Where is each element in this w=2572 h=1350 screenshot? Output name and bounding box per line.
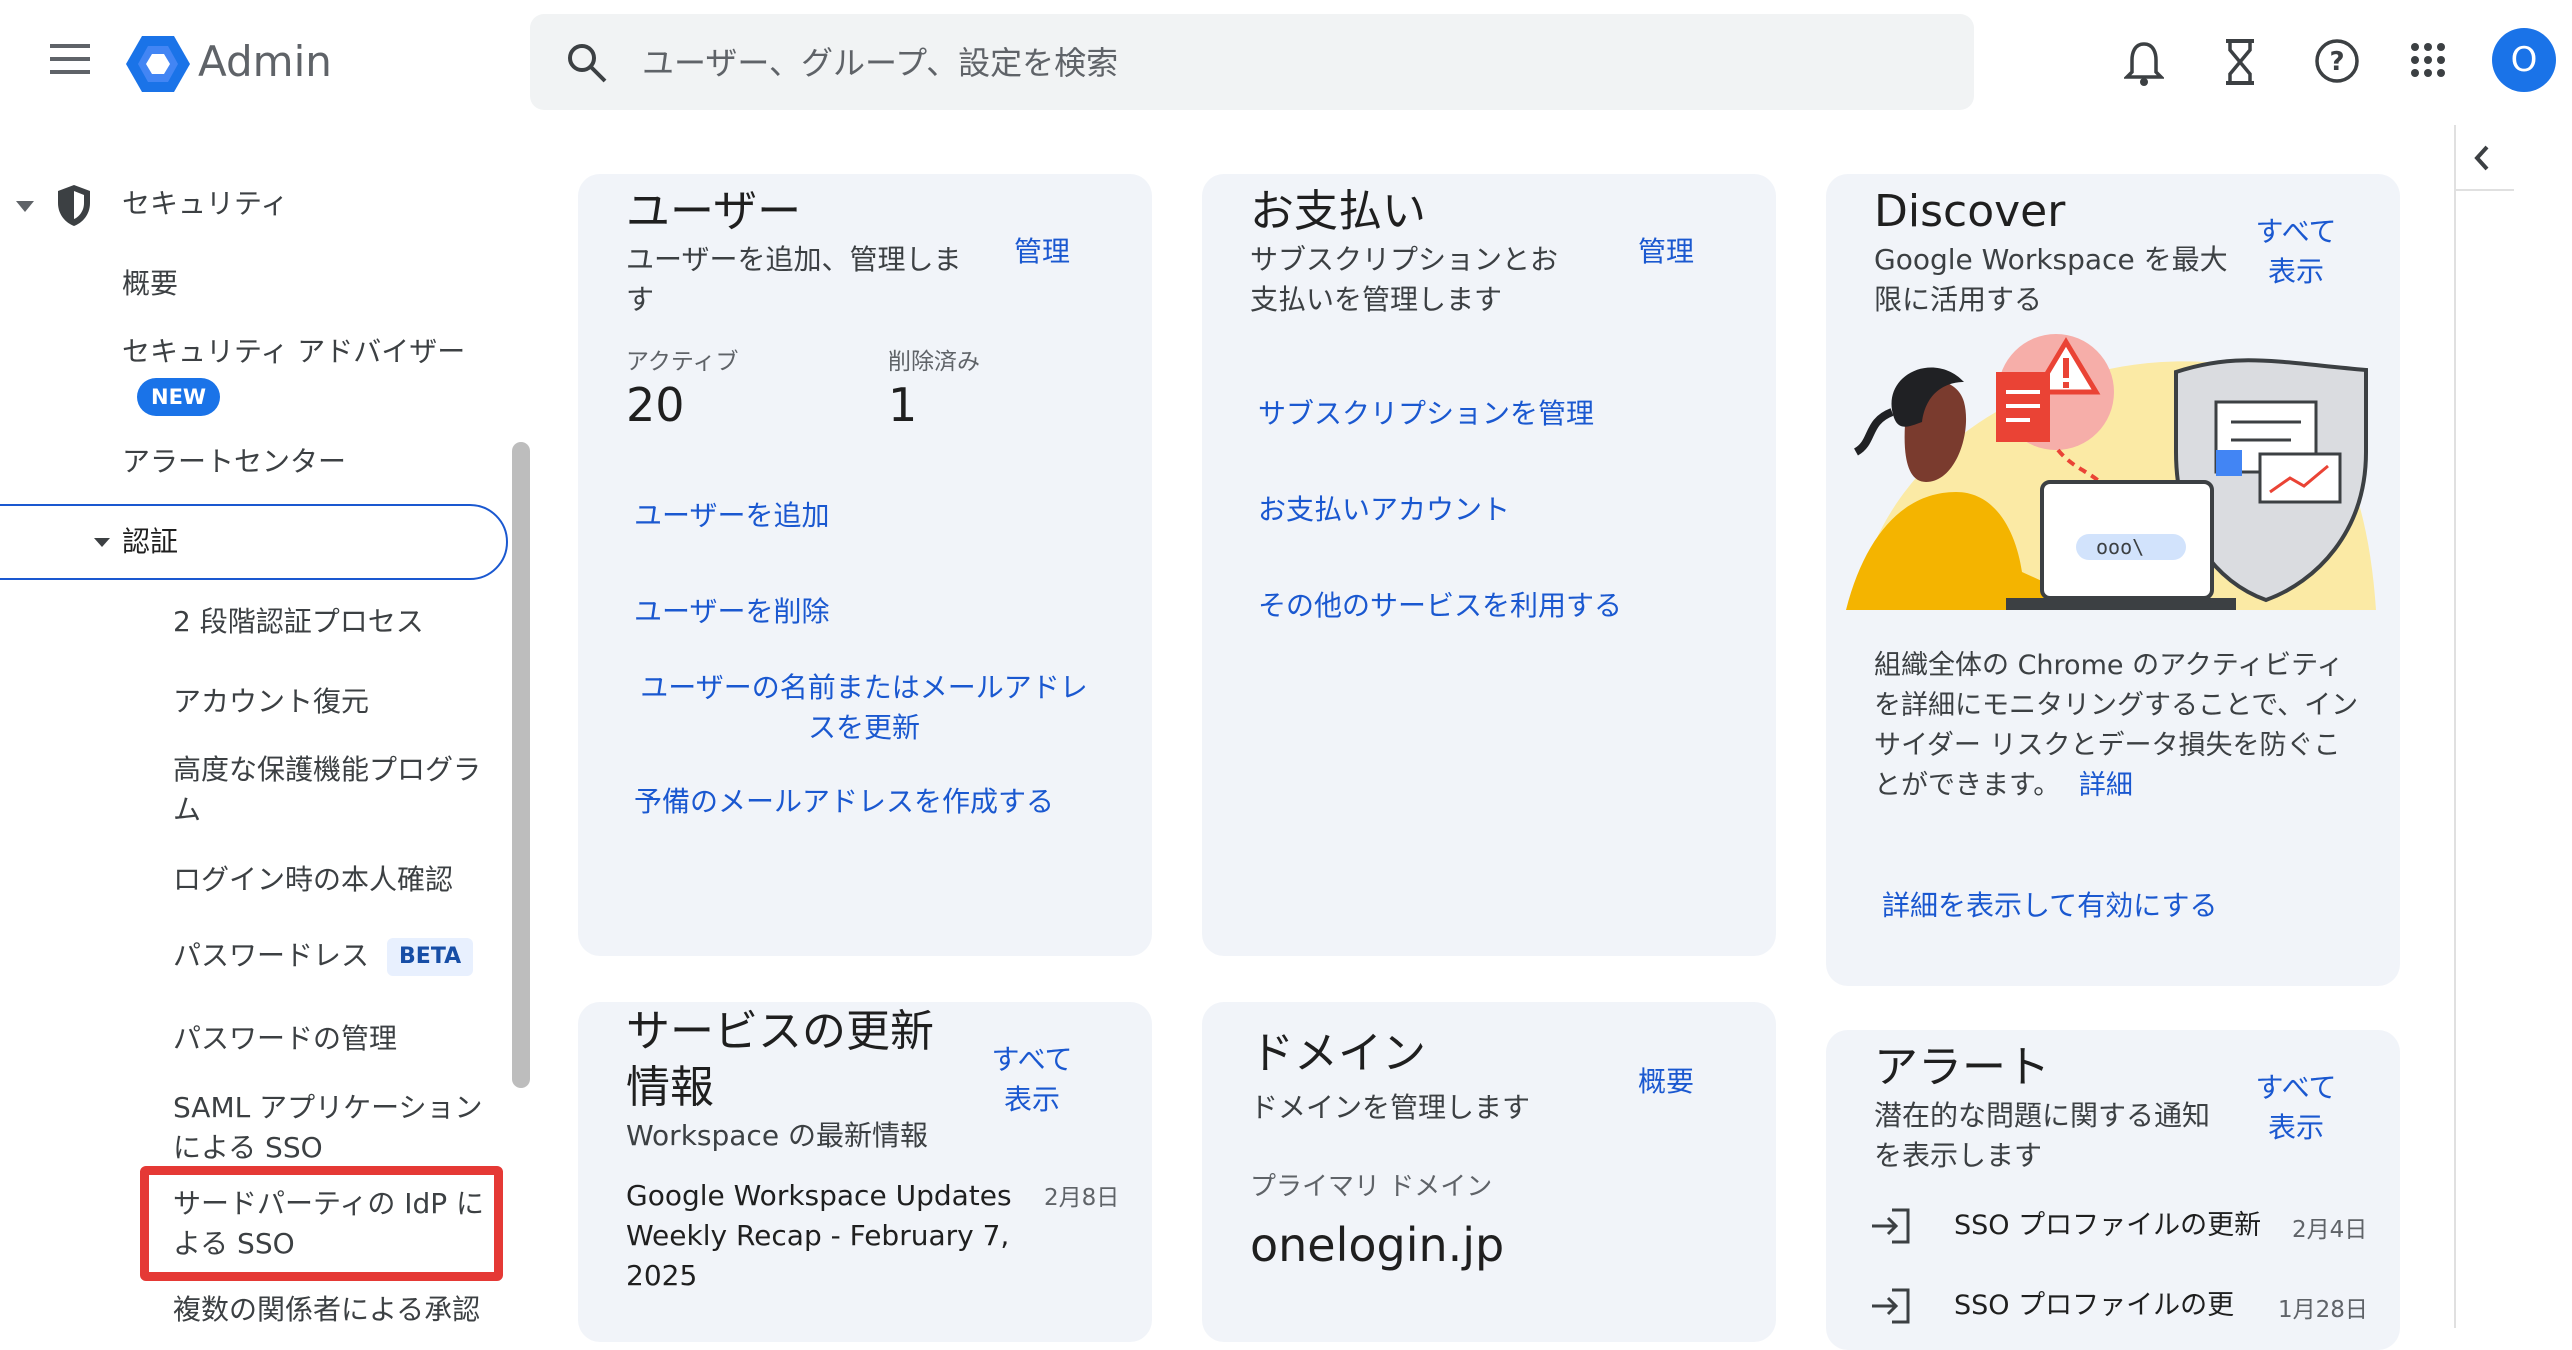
search-icon[interactable] [566,42,608,84]
sidebar-item-authentication-label: 認証 [122,525,179,558]
sidebar-scrollbar[interactable] [512,442,530,1088]
help-icon[interactable]: ? [2314,38,2360,84]
deleted-users-label: 削除済み [888,349,980,375]
card-subtitle: Workspace の最新情報 [626,1119,928,1152]
sidebar-item-password-management[interactable]: パスワードの管理 [173,1019,493,1059]
side-panel-toggle[interactable] [2454,125,2514,191]
add-user-link[interactable]: ユーザーを追加 [634,496,829,536]
top-app-bar: Admin ? O [0,0,2572,125]
discover-enable-link[interactable]: 詳細を表示して有効にする [1882,886,2217,926]
svg-text:ooo\: ooo\ [2096,535,2144,559]
sidebar-item-alert-center[interactable]: アラートセンター [122,442,346,482]
alert-item-title[interactable]: SSO プロファイルの更 [1954,1286,2234,1326]
sidebar-item-account-recovery[interactable]: アカウント復元 [173,682,493,722]
updates-card: サービスの更新情報 Workspace の最新情報 すべて表示 Google W… [578,1002,1152,1342]
sidebar-item-overview[interactable]: 概要 [122,264,178,304]
billing-manage-link[interactable]: 管理 [1638,232,1694,272]
sidebar-item-login-challenge[interactable]: ログイン時の本人確認 [173,860,493,900]
card-title: お支払い [1250,186,1426,237]
domain-card: ドメイン ドメインを管理します 概要 プライマリ ドメイン onelogin.j… [1202,1002,1776,1342]
security-shield-icon [58,185,90,226]
discover-view-all-link[interactable]: すべて表示 [2246,212,2346,292]
card-subtitle: ドメインを管理します [1250,1091,1531,1124]
delete-user-link[interactable]: ユーザーを削除 [634,592,829,632]
sidebar-item-security-advisor[interactable]: セキュリティ アドバイザー [122,332,465,372]
discover-body: 組織全体の Chrome のアクティビティを詳細にモニタリングすることで、インサ… [1874,646,2364,806]
card-title: サービスの更新情報 [626,1006,934,1113]
sidebar-item-2sv[interactable]: 2 段階認証プロセス [173,602,493,642]
deleted-users-count: 1 [888,378,918,432]
billing-card: お支払い サブスクリプションとお支払いを管理します 管理 サブスクリプションを管… [1202,174,1776,956]
create-alt-email-link[interactable]: 予備のメールアドレスを作成する [634,782,1054,822]
manage-subscriptions-link[interactable]: サブスクリプションを管理 [1258,394,1594,434]
sidebar-item-label: パスワードレス [173,939,370,972]
update-item-date: 2月8日 [1044,1185,1120,1211]
login-arrow-icon [1872,1208,1910,1244]
admin-logo-icon [126,36,190,92]
active-users-label: アクティブ [626,349,739,375]
sidebar-item-security[interactable]: セキュリティ [122,184,288,224]
card-title: Discover [1874,186,2066,237]
sidebar-item-saml-sso[interactable]: SAML アプリケーションによる SSO [173,1088,503,1168]
card-subtitle: 潜在的な問題に関する通知を表示します [1874,1099,2211,1172]
alerts-view-all-link[interactable]: すべて表示 [2246,1068,2346,1148]
caret-down-icon[interactable] [16,201,34,213]
card-title: アラート [1874,1042,2050,1093]
svg-text:?: ? [2329,47,2344,77]
highlight-box [140,1166,503,1281]
rename-user-link[interactable]: ユーザーの名前またはメールアドレスを更新 [634,668,1094,748]
primary-domain-label: プライマリ ドメイン [1250,1172,1493,1202]
users-card: ユーザー ユーザーを追加、管理します 管理 アクティブ 20 削除済み 1 ユー… [578,174,1152,956]
search-bar[interactable] [530,14,1974,112]
other-services-link[interactable]: その他のサービスを利用する [1258,586,1622,626]
account-avatar[interactable]: O [2492,28,2556,92]
discover-illustration: ooo\ [1846,334,2376,610]
card-subtitle: サブスクリプションとお支払いを管理します [1250,243,1559,316]
alert-item-date: 2月4日 [2292,1217,2368,1243]
beta-badge: BETA [387,938,474,976]
domain-overview-link[interactable]: 概要 [1638,1062,1694,1102]
notifications-bell-icon[interactable] [2124,40,2164,86]
new-badge: NEW [137,378,221,416]
main-menu-icon[interactable] [50,44,90,74]
alerts-card: アラート 潜在的な問題に関する通知を表示します すべて表示 SSO プロファイル… [1826,1030,2400,1350]
card-title: ドメイン [1250,1028,1426,1079]
card-subtitle: Google Workspace を最大限に活用する [1874,243,2228,316]
app-name[interactable]: Admin [198,30,332,94]
primary-domain-value: onelogin.jp [1250,1218,1505,1272]
tasks-hourglass-icon[interactable] [2222,38,2258,86]
caret-down-icon[interactable] [94,538,110,548]
side-panel-rail [2454,125,2516,1328]
updates-view-all-link[interactable]: すべて表示 [982,1040,1082,1120]
alert-item-title[interactable]: SSO プロファイルの更新 [1954,1206,2261,1246]
sidebar-item-advanced-protection[interactable]: 高度な保護機能プログラム [173,750,493,830]
sidebar-item-authentication[interactable] [0,504,508,580]
apps-grid-icon[interactable] [2410,42,2446,78]
discover-card: Discover Google Workspace を最大限に活用する すべて表… [1826,174,2400,986]
login-arrow-icon [1872,1288,1910,1324]
active-users-count: 20 [626,378,685,432]
search-input[interactable] [640,14,1944,112]
chevron-left-icon[interactable] [2474,145,2490,171]
sidebar-item-passwordless[interactable]: パスワードレス BETA [173,936,493,976]
card-subtitle: ユーザーを追加、管理します [626,243,962,316]
discover-detail-link[interactable]: 詳細 [2079,770,2133,801]
card-title: ユーザー [626,186,802,237]
billing-accounts-link[interactable]: お支払いアカウント [1258,490,1510,530]
alert-item-date: 1月28日 [2278,1297,2368,1323]
update-item-title[interactable]: Google Workspace Updates Weekly Recap - … [626,1176,1026,1296]
sidebar-item-multi-party-approval[interactable]: 複数の関係者による承認 [173,1290,493,1330]
users-manage-link[interactable]: 管理 [1014,232,1070,272]
